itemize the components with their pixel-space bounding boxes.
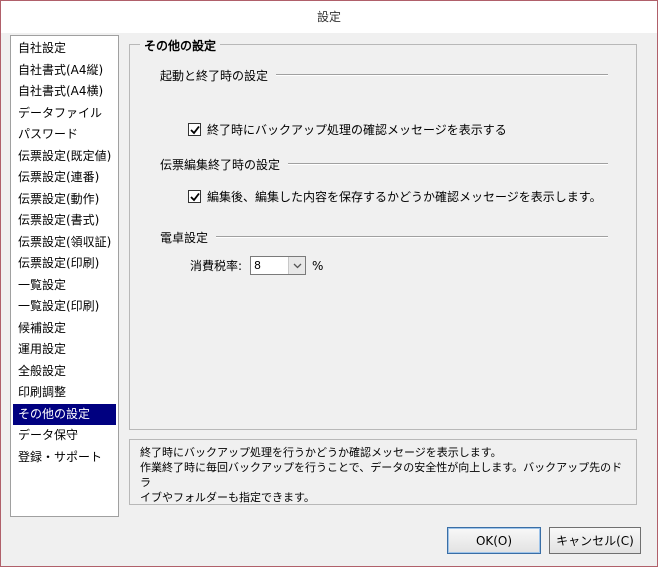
tax-rate-row: 消費税率: 8 % xyxy=(190,256,323,275)
sidebar-item-other[interactable]: その他の設定 xyxy=(13,403,116,425)
chevron-down-icon xyxy=(293,263,302,268)
description-line: イブやフォルダーも指定できます。 xyxy=(140,491,315,504)
sidebar-item-slip-receipt[interactable]: 伝票設定(領収証) xyxy=(13,232,116,254)
cancel-button[interactable]: キャンセル(C) xyxy=(549,527,641,554)
section-divider xyxy=(276,74,608,76)
description-line: 作業終了時に毎回バックアップを行うことで、データの安全性が向上します。バックアッ… xyxy=(140,461,623,489)
sidebar-item-data-file[interactable]: データファイル xyxy=(13,103,116,125)
group-title: その他の設定 xyxy=(140,37,221,54)
backup-confirm-option[interactable]: 終了時にバックアップ処理の確認メッセージを表示する xyxy=(188,121,507,138)
sidebar-item-list-print[interactable]: 一覧設定(印刷) xyxy=(13,296,116,318)
tax-rate-unit: % xyxy=(312,258,324,273)
other-settings-group: その他の設定 起動と終了時の設定 終了時にバックアップ処理の確認メッセージを表示… xyxy=(129,37,637,430)
checkmark-icon xyxy=(189,192,200,201)
sidebar-item-list[interactable]: 一覧設定 xyxy=(13,275,116,297)
settings-dialog: 設定 自社設定 自社書式(A4縦) 自社書式(A4横) データファイル パスワー… xyxy=(0,0,658,567)
description-line: 終了時にバックアップ処理を行うかどうか確認メッセージを表示します。 xyxy=(140,446,502,459)
calculator-section-header: 電卓設定 xyxy=(160,229,608,245)
backup-confirm-label: 終了時にバックアップ処理の確認メッセージを表示する xyxy=(207,123,507,137)
section-divider xyxy=(288,163,608,165)
sidebar-item-print-adjust[interactable]: 印刷調整 xyxy=(13,382,116,404)
calculator-section-title: 電卓設定 xyxy=(160,230,209,245)
sidebar-item-candidates[interactable]: 候補設定 xyxy=(13,318,116,340)
tax-rate-dropdown-button[interactable] xyxy=(288,257,306,274)
sidebar-item-company-format-landscape[interactable]: 自社書式(A4横) xyxy=(13,81,116,103)
startup-section-header: 起動と終了時の設定 xyxy=(160,67,608,83)
sidebar-item-slip-behavior[interactable]: 伝票設定(動作) xyxy=(13,189,116,211)
sidebar-item-slip-numbering[interactable]: 伝票設定(連番) xyxy=(13,167,116,189)
sidebar-item-password[interactable]: パスワード xyxy=(13,124,116,146)
sidebar-item-slip-print[interactable]: 伝票設定(印刷) xyxy=(13,253,116,275)
ok-button[interactable]: OK(O) xyxy=(447,527,541,554)
save-confirm-label: 編集後、編集した内容を保存するかどうか確認メッセージを表示します。 xyxy=(207,190,602,204)
tax-rate-select[interactable]: 8 xyxy=(250,256,307,275)
backup-confirm-checkbox[interactable] xyxy=(188,123,201,136)
save-confirm-option[interactable]: 編集後、編集した内容を保存するかどうか確認メッセージを表示します。 xyxy=(188,188,602,205)
sidebar-item-registration-support[interactable]: 登録・サポート xyxy=(13,447,116,469)
tax-rate-value: 8 xyxy=(254,259,262,272)
tax-rate-label: 消費税率: xyxy=(190,259,243,273)
sidebar-item-company-format-portrait[interactable]: 自社書式(A4縦) xyxy=(13,60,116,82)
sidebar-item-slip-format[interactable]: 伝票設定(書式) xyxy=(13,210,116,232)
section-divider xyxy=(216,236,608,238)
save-confirm-checkbox[interactable] xyxy=(188,190,201,203)
settings-category-list[interactable]: 自社設定 自社書式(A4縦) 自社書式(A4横) データファイル パスワード 伝… xyxy=(10,35,119,517)
sidebar-item-data-maintenance[interactable]: データ保守 xyxy=(13,425,116,447)
startup-section-title: 起動と終了時の設定 xyxy=(160,68,269,83)
sidebar-item-company[interactable]: 自社設定 xyxy=(13,38,116,60)
sidebar-item-operation[interactable]: 運用設定 xyxy=(13,339,116,361)
window-title: 設定 xyxy=(1,1,657,33)
sidebar-item-slip-defaults[interactable]: 伝票設定(既定値) xyxy=(13,146,116,168)
edit-end-section-title: 伝票編集終了時の設定 xyxy=(160,157,281,172)
checkmark-icon xyxy=(189,125,200,134)
description-box: 終了時にバックアップ処理を行うかどうか確認メッセージを表示します。 作業終了時に… xyxy=(129,439,637,505)
edit-end-section-header: 伝票編集終了時の設定 xyxy=(160,156,608,172)
sidebar-item-general[interactable]: 全般設定 xyxy=(13,361,116,383)
